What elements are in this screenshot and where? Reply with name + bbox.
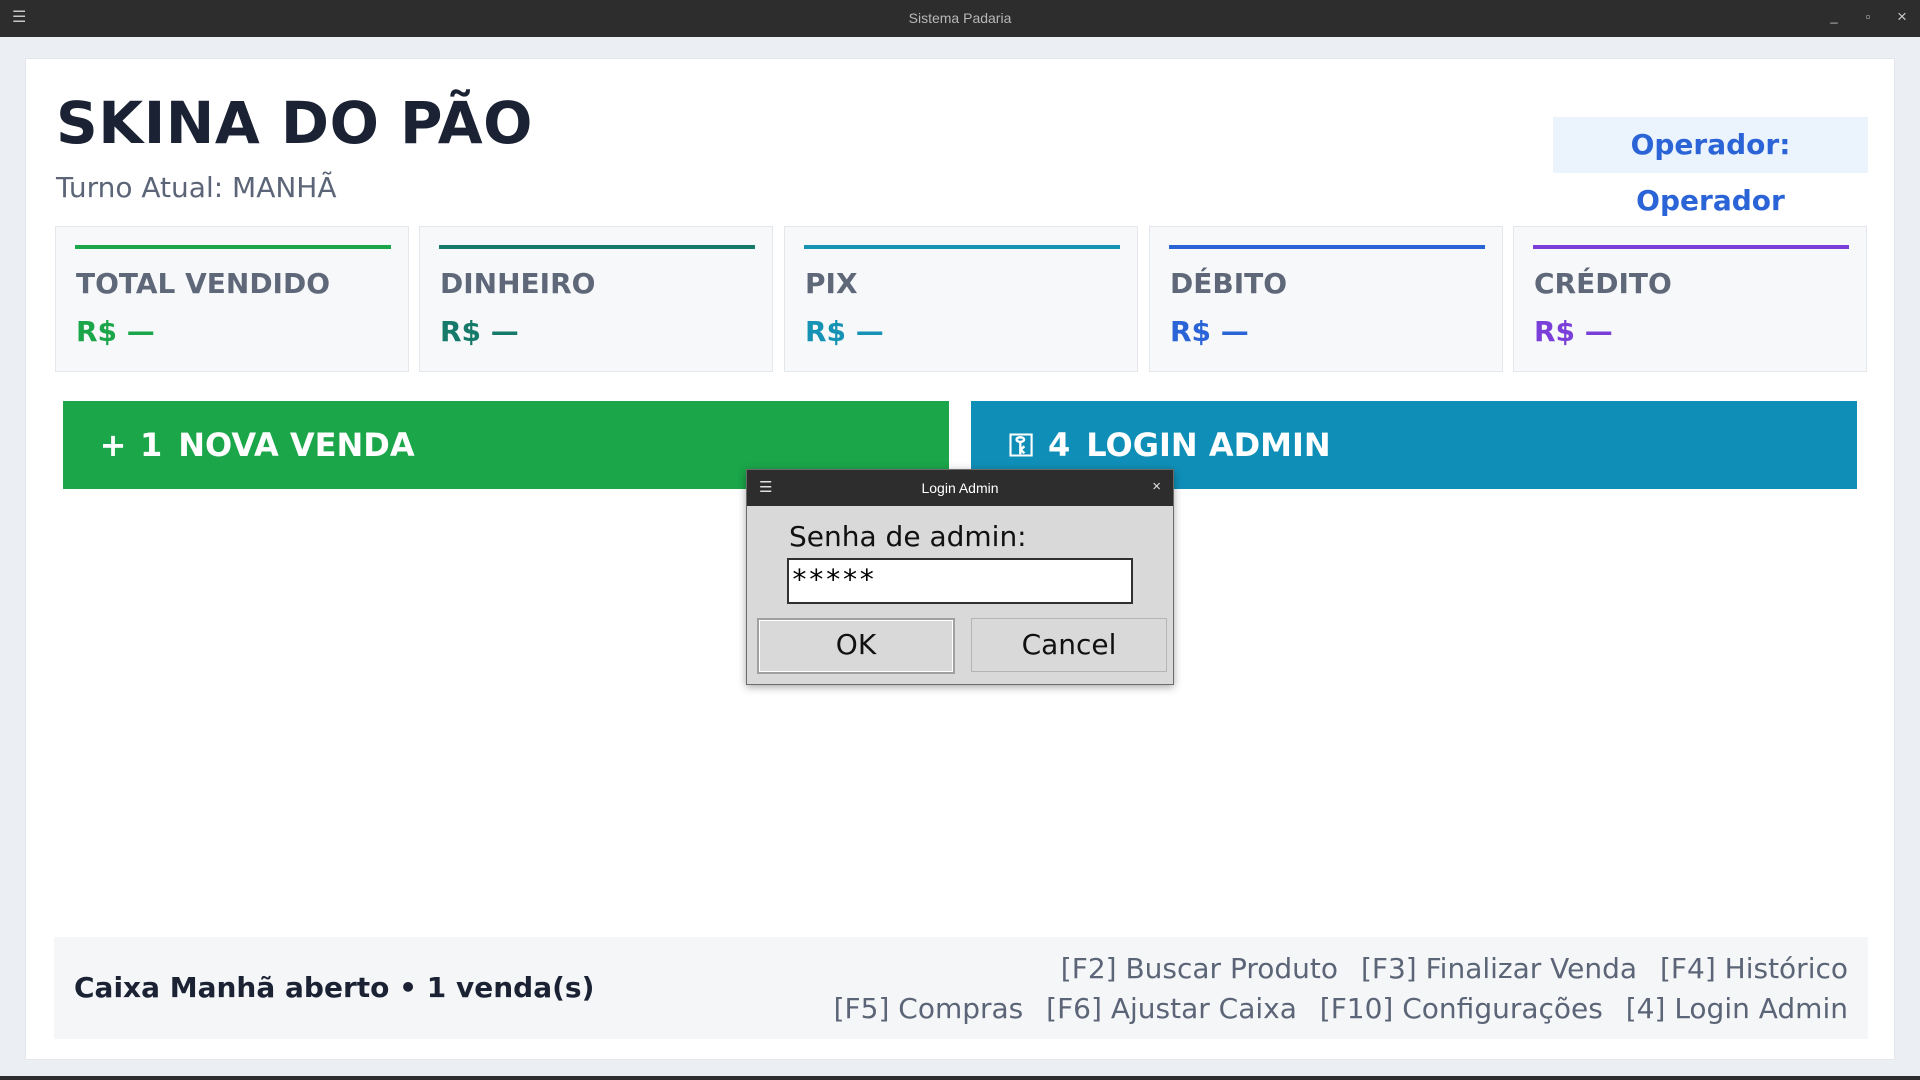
shortcut-admin-login[interactable]: [4] Login Admin bbox=[1626, 992, 1848, 1025]
app-title: SKINA DO PÃO bbox=[56, 89, 533, 157]
card-accent-bar bbox=[75, 245, 391, 249]
cancel-button[interactable]: Cancel bbox=[971, 618, 1167, 672]
card-label: DINHEIRO bbox=[440, 267, 596, 300]
card-total-sold: TOTAL VENDIDO R$ — bbox=[55, 226, 409, 372]
shortcut-history[interactable]: [F4] Histórico bbox=[1660, 952, 1848, 985]
new-sale-label: NOVA VENDA bbox=[178, 426, 415, 464]
shortcuts-row: [F5] Compras [F6] Ajustar Caixa [F10] Co… bbox=[820, 989, 1848, 1029]
card-value: R$ — bbox=[1170, 315, 1249, 348]
card-value: R$ — bbox=[76, 315, 155, 348]
card-value: R$ — bbox=[1534, 315, 1613, 348]
shortcut-search-product[interactable]: [F2] Buscar Produto bbox=[1061, 952, 1338, 985]
card-debit: DÉBITO R$ — bbox=[1149, 226, 1503, 372]
card-accent-bar bbox=[1533, 245, 1849, 249]
admin-login-hotkey: 4 bbox=[1048, 426, 1071, 464]
maximize-icon[interactable]: ▫ bbox=[1859, 8, 1877, 26]
cash-register-status: Caixa Manhã aberto • 1 venda(s) bbox=[74, 971, 595, 1004]
card-pix: PIX R$ — bbox=[784, 226, 1138, 372]
card-accent-bar bbox=[439, 245, 755, 249]
password-field[interactable]: ***** bbox=[787, 558, 1133, 604]
shortcuts-row: [F2] Buscar Produto [F3] Finalizar Venda… bbox=[820, 949, 1848, 989]
shortcut-purchases[interactable]: [F5] Compras bbox=[834, 992, 1024, 1025]
current-shift: Turno Atual: MANHÃ bbox=[56, 171, 337, 204]
card-value: R$ — bbox=[440, 315, 519, 348]
card-label: TOTAL VENDIDO bbox=[76, 267, 331, 300]
card-cash: DINHEIRO R$ — bbox=[419, 226, 773, 372]
card-label: PIX bbox=[805, 267, 858, 300]
card-label: DÉBITO bbox=[1170, 267, 1288, 300]
window-title: Sistema Padaria bbox=[908, 10, 1012, 26]
keyboard-shortcuts: [F2] Buscar Produto [F3] Finalizar Venda… bbox=[820, 949, 1848, 1029]
card-label: CRÉDITO bbox=[1534, 267, 1672, 300]
shortcut-adjust-cash[interactable]: [F6] Ajustar Caixa bbox=[1046, 992, 1297, 1025]
card-value: R$ — bbox=[805, 315, 884, 348]
card-accent-bar bbox=[804, 245, 1120, 249]
summary-cards: TOTAL VENDIDO R$ — DINHEIRO R$ — PIX R$ … bbox=[55, 226, 1867, 372]
admin-login-label: LOGIN ADMIN bbox=[1086, 426, 1331, 464]
dialog-close-icon[interactable]: × bbox=[1152, 478, 1161, 495]
shortcut-settings[interactable]: [F10] Configurações bbox=[1320, 992, 1603, 1025]
shortcut-finish-sale[interactable]: [F3] Finalizar Venda bbox=[1361, 952, 1637, 985]
new-sale-hotkey: 1 bbox=[140, 426, 163, 464]
window-bottom-border bbox=[0, 1076, 1920, 1080]
plus-icon: + bbox=[99, 426, 127, 464]
status-footer: Caixa Manhã aberto • 1 venda(s) [F2] Bus… bbox=[54, 937, 1868, 1039]
minimize-icon[interactable]: _ bbox=[1825, 8, 1843, 26]
window-titlebar: ☰ Sistema Padaria _ ▫ × bbox=[0, 0, 1920, 37]
close-icon[interactable]: × bbox=[1893, 8, 1911, 26]
ok-button[interactable]: OK bbox=[757, 618, 955, 674]
operator-badge: Operador: Operador bbox=[1553, 117, 1868, 217]
admin-login-dialog: ☰ Login Admin × Senha de admin: ***** OK… bbox=[746, 469, 1174, 685]
dialog-title: Login Admin bbox=[921, 480, 999, 496]
password-prompt: Senha de admin: bbox=[789, 520, 1027, 553]
card-accent-bar bbox=[1169, 245, 1485, 249]
dialog-titlebar: ☰ Login Admin × bbox=[747, 470, 1173, 506]
card-credit: CRÉDITO R$ — bbox=[1513, 226, 1867, 372]
